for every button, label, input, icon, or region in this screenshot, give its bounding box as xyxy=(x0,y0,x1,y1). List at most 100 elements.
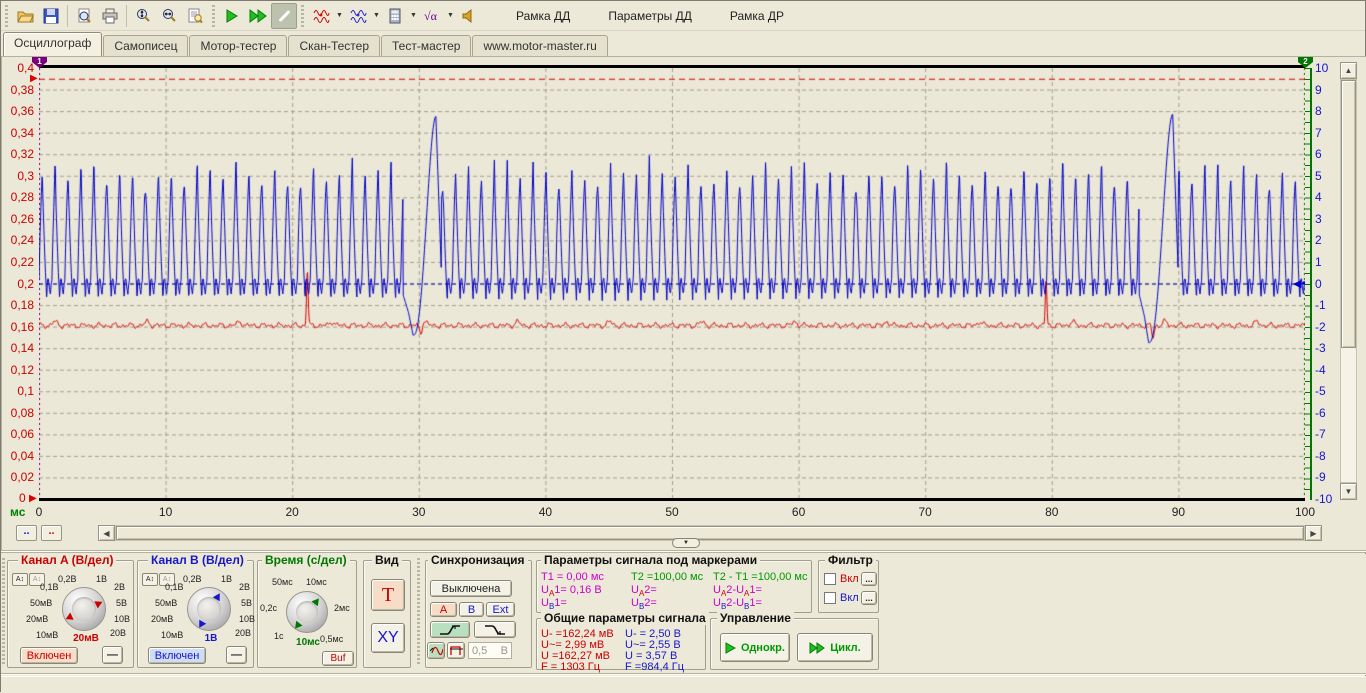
print-button[interactable] xyxy=(97,3,123,29)
channel-b-auto-button[interactable]: A↕ xyxy=(142,573,158,586)
math-sqrt-icon: √α xyxy=(423,8,441,24)
y-left-tick-label: 0,16 xyxy=(3,320,34,334)
channel-b-knob-label: 0,2В xyxy=(183,574,202,584)
channel-a-knob[interactable] xyxy=(62,587,106,631)
channel-b-knob-label: 10мВ xyxy=(161,630,183,640)
marker-param-value: T2 =100,00 мс xyxy=(631,571,703,583)
channel-a-knob-label: 50мВ xyxy=(30,598,52,608)
menu-item-3[interactable]: Рамка ДР xyxy=(728,7,786,25)
channel-a-wave-button[interactable] xyxy=(308,3,334,29)
menu-item-1[interactable]: Рамка ДД xyxy=(514,7,572,25)
channel-a-knob-label: 20В xyxy=(110,628,126,638)
y-left-tick-label: 0,02 xyxy=(3,470,34,484)
channel-b-wave-dropdown[interactable]: ▼ xyxy=(371,3,382,29)
save-file-button[interactable] xyxy=(38,3,64,29)
filter-a-checkbox[interactable] xyxy=(824,573,836,585)
math-sqrt-dropdown[interactable]: ▼ xyxy=(445,3,456,29)
hscroll-thumb[interactable] xyxy=(116,526,1304,540)
menu-item-2[interactable]: Параметры ДД xyxy=(606,7,694,25)
calculator-dropdown[interactable]: ▼ xyxy=(408,3,419,29)
axis-a-settings-button[interactable]: .. xyxy=(16,525,37,541)
y-right-tick-label: -2 xyxy=(1315,320,1341,334)
filter-b-more-button[interactable]: ... xyxy=(861,591,877,605)
waveform-canvas[interactable] xyxy=(39,68,1305,499)
zoom-vertical-button[interactable] xyxy=(130,3,156,29)
buffer-button[interactable]: Buf xyxy=(322,651,354,666)
channel-a-knob-label: 5В xyxy=(116,598,127,608)
axis-b-settings-button[interactable]: .. xyxy=(41,525,62,541)
x-tick-label: 0 xyxy=(21,505,57,519)
print-preview-button[interactable] xyxy=(71,3,97,29)
y-right-tick-label: 9 xyxy=(1315,83,1341,97)
run-cyclic-button[interactable]: Цикл. xyxy=(797,633,873,662)
run-single-button[interactable]: Однокр. xyxy=(720,633,790,662)
sync-level-input[interactable]: 0,5 В xyxy=(468,642,512,659)
sync-source-a-button[interactable]: А xyxy=(430,602,457,617)
vscroll-thumb[interactable] xyxy=(1341,80,1356,348)
start-cyclic-button[interactable] xyxy=(245,3,271,29)
zoom-horizontal-button[interactable] xyxy=(156,3,182,29)
y-right-tick-label: 0 xyxy=(1315,277,1341,291)
tab-самописец[interactable]: Самописец xyxy=(103,35,188,56)
view-t-button[interactable]: T xyxy=(371,579,405,611)
view-xy-button[interactable]: XY xyxy=(371,623,405,653)
edit-button[interactable] xyxy=(271,3,297,29)
sync-rising-edge-button[interactable] xyxy=(430,621,470,638)
channel-a-knob-label: 0,1В xyxy=(40,582,59,592)
sync-pulse-mode-button[interactable] xyxy=(447,642,465,659)
hscroll-left-button[interactable]: ◀ xyxy=(98,525,115,541)
y-right-tick-label: -8 xyxy=(1315,449,1341,463)
channel-a-knob-label: 0,2В xyxy=(58,574,77,584)
tab-тест-мастер[interactable]: Тест-мастер xyxy=(381,35,471,56)
channel-b-wave-button[interactable] xyxy=(345,3,371,29)
sync-off-button[interactable]: Выключена xyxy=(430,580,512,597)
channel-b-knob[interactable] xyxy=(187,587,231,631)
channel-a-wave-dropdown[interactable]: ▼ xyxy=(334,3,345,29)
channel-a-zero-marker[interactable]: ▶ xyxy=(29,494,37,504)
channel-b-knob-label: 10В xyxy=(239,614,255,624)
x-tick-label: 100 xyxy=(1287,505,1323,519)
general-params-group: Общие параметры сигнала U- =162,24 мВU~=… xyxy=(536,618,706,670)
channel-a-minus-button[interactable]: — xyxy=(102,646,123,664)
open-file-button[interactable] xyxy=(12,3,38,29)
channel-a-power-button[interactable]: Включен xyxy=(20,647,78,664)
calculator-icon xyxy=(387,8,403,24)
start-single-button[interactable] xyxy=(219,3,245,29)
signal-properties-button[interactable] xyxy=(182,3,208,29)
math-sqrt-button[interactable]: √α xyxy=(419,3,445,29)
y-right-tick-label: 2 xyxy=(1315,233,1341,247)
y-left-tick-label: 0,3 xyxy=(3,169,34,183)
channel-b-minus-button[interactable]: — xyxy=(226,646,247,664)
vscroll-down-button[interactable]: ▼ xyxy=(1340,483,1357,500)
sync-source-b-button[interactable]: B xyxy=(459,602,484,617)
run-title: Управление xyxy=(717,611,794,625)
plot-panel: 1 2 ▶ 0 ▶ ◀● мс .. .. ◀ ▶ ▲ ▼ ▼ 0,40,380… xyxy=(1,56,1366,553)
y-left-tick-label: 0,14 xyxy=(3,341,34,355)
channel-b-zero-marker[interactable]: ◀● xyxy=(1293,278,1306,290)
channel-a-auto-button[interactable]: A↕ xyxy=(12,573,28,586)
filter-a-more-button[interactable]: ... xyxy=(861,572,877,586)
time-knob-label: 50мс xyxy=(272,577,293,587)
general-param-a: F = 1303 Гц xyxy=(541,661,600,673)
filter-b-checkbox[interactable] xyxy=(824,592,836,604)
time-title: Время (с/дел) xyxy=(262,553,350,567)
y-right-tick-label: 6 xyxy=(1315,147,1341,161)
sync-source-ext-button[interactable]: Ext xyxy=(486,602,515,617)
tab-скан-тестер[interactable]: Скан-Тестер xyxy=(288,35,380,56)
calculator-button[interactable] xyxy=(382,3,408,29)
x-tick-label: 40 xyxy=(527,505,563,519)
signal-properties-icon xyxy=(187,8,203,24)
channel-b-power-button[interactable]: Включен xyxy=(148,647,206,664)
tab-www.motor-master.ru[interactable]: www.motor-master.ru xyxy=(472,35,607,56)
tab-осциллограф[interactable]: Осциллограф xyxy=(3,32,102,56)
sync-level-mode-button[interactable] xyxy=(427,642,445,659)
sound-button[interactable] xyxy=(456,3,482,29)
hscroll-right-button[interactable]: ▶ xyxy=(1305,525,1322,541)
sync-falling-edge-button[interactable] xyxy=(474,621,516,638)
vscroll-up-button[interactable]: ▲ xyxy=(1340,62,1357,79)
channel-a-knob-label: 10мВ xyxy=(36,630,58,640)
panel-collapse-button[interactable]: ▼ xyxy=(672,538,700,548)
sync-group: Синхронизация Выключена А B Ext 0,5 В xyxy=(425,560,532,668)
toolbar-separator xyxy=(67,5,68,27)
tab-мотор-тестер[interactable]: Мотор-тестер xyxy=(189,35,287,56)
